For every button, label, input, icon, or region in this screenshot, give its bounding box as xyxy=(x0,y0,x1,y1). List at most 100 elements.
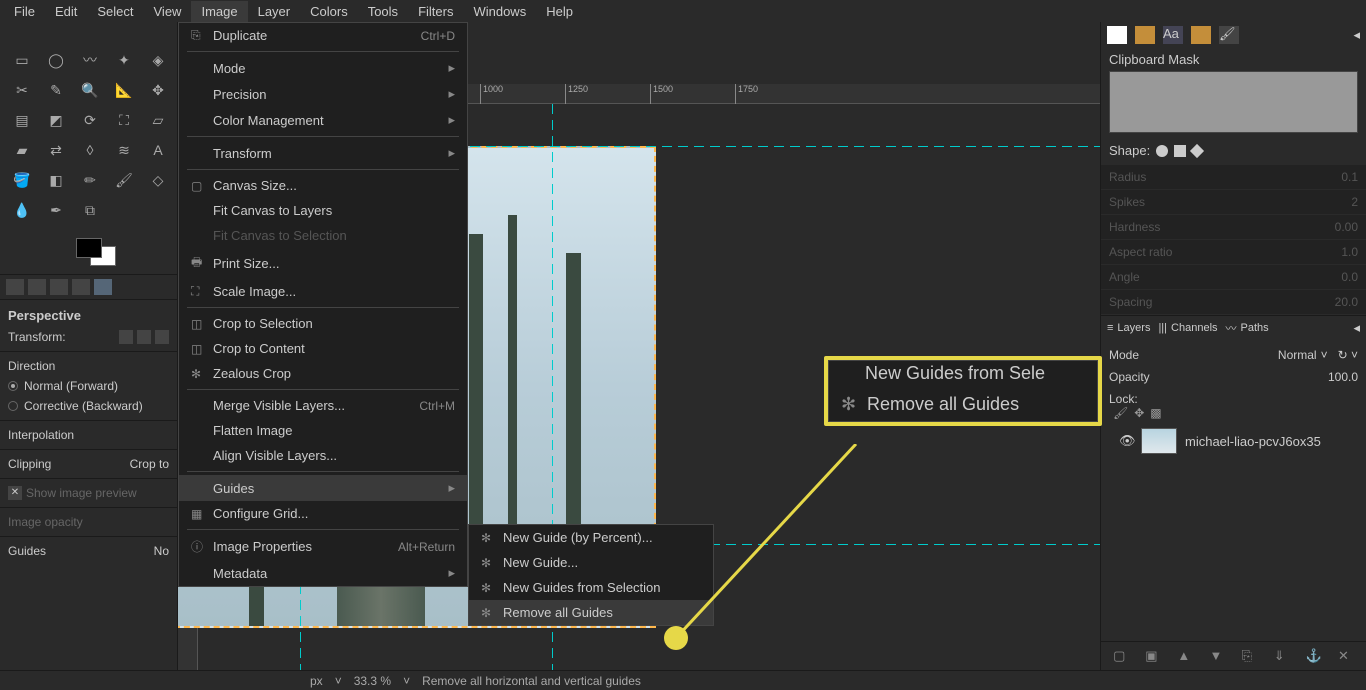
transform-btn-3-icon[interactable] xyxy=(155,330,169,344)
menu-print-size[interactable]: 🖶Print Size... xyxy=(179,248,467,279)
tool-crop-icon[interactable]: ◩ xyxy=(40,106,72,134)
opt-tab-2-icon[interactable] xyxy=(28,279,46,295)
menu-image-properties[interactable]: ⓘImage PropertiesAlt+Return xyxy=(179,533,467,560)
tool-bucket-icon[interactable]: 🪣 xyxy=(6,166,38,194)
tool-ink-icon[interactable]: ✒ xyxy=(40,196,72,224)
status-zoom[interactable]: 33.3 % xyxy=(350,674,395,688)
menu-zealous-crop[interactable]: ✻Zealous Crop xyxy=(179,361,467,386)
rt-tab-editor-icon[interactable]: 🖌 xyxy=(1219,26,1239,44)
rt-tab-brush-icon[interactable] xyxy=(1107,26,1127,44)
menu-colors[interactable]: Colors xyxy=(300,1,358,22)
tool-ellipse-select-icon[interactable]: ◯ xyxy=(40,46,72,74)
tab-paths[interactable]: 〰 Paths xyxy=(1226,320,1269,336)
opt-tab-3-icon[interactable] xyxy=(50,279,68,295)
menu-mode[interactable]: Mode▸ xyxy=(179,55,467,81)
opt-tab-5-icon[interactable] xyxy=(94,279,112,295)
lock-pixels-icon[interactable]: 🖌 xyxy=(1113,406,1128,420)
menu-help[interactable]: Help xyxy=(536,1,583,22)
tool-paths-icon[interactable]: ✎ xyxy=(40,76,72,104)
delete-layer-icon[interactable]: ✕ xyxy=(1338,648,1354,664)
layer-down-icon[interactable]: ▼ xyxy=(1209,648,1225,664)
menu-duplicate[interactable]: ⎘DuplicateCtrl+D xyxy=(179,23,467,48)
rt-tab-font-icon[interactable]: Aa xyxy=(1163,26,1183,44)
menu-fit-layers[interactable]: Fit Canvas to Layers xyxy=(179,198,467,223)
mode-row[interactable]: ModeNormal ˅ ↻ ˅ xyxy=(1109,344,1358,366)
menu-view[interactable]: View xyxy=(144,1,192,22)
tool-flip-icon[interactable]: ⇄ xyxy=(40,136,72,164)
transform-btn-1-icon[interactable] xyxy=(119,330,133,344)
menu-tools[interactable]: Tools xyxy=(358,1,408,22)
menu-merge-visible[interactable]: Merge Visible Layers...Ctrl+M xyxy=(179,393,467,418)
new-group-icon[interactable]: ▣ xyxy=(1145,648,1161,664)
new-layer-icon[interactable]: ▢ xyxy=(1113,648,1129,664)
slider-aspect[interactable]: Aspect ratio1.0 xyxy=(1101,240,1366,264)
tool-color-select-icon[interactable]: ◈ xyxy=(142,46,174,74)
slider-hardness[interactable]: Hardness0.00 xyxy=(1101,215,1366,239)
menu-guides[interactable]: Guides▸ xyxy=(179,475,467,501)
direction-corrective[interactable]: Corrective (Backward) xyxy=(8,396,169,416)
tool-rotate-icon[interactable]: ⟳ xyxy=(74,106,106,134)
color-indicator[interactable] xyxy=(0,230,177,274)
tab-channels[interactable]: ||| Channels xyxy=(1158,322,1217,334)
lock-position-icon[interactable]: ✥ xyxy=(1134,406,1144,420)
tool-scissors-icon[interactable]: ✂ xyxy=(6,76,38,104)
menu-color-management[interactable]: Color Management▸ xyxy=(179,107,467,133)
shape-diamond-icon[interactable] xyxy=(1190,143,1204,157)
panel-menu-icon[interactable]: ◂ xyxy=(1353,27,1360,43)
tool-measure-icon[interactable]: 📐 xyxy=(108,76,140,104)
guides-option-row[interactable]: GuidesNo xyxy=(8,541,169,561)
tool-perspective-icon[interactable]: ▰ xyxy=(6,136,38,164)
tool-align-icon[interactable]: ▤ xyxy=(6,106,38,134)
show-preview-row[interactable]: ✕Show image preview xyxy=(8,483,169,503)
menu-canvas-size[interactable]: ▢Canvas Size... xyxy=(179,173,467,198)
tool-paintbrush-icon[interactable]: 🖌 xyxy=(108,166,140,194)
menu-configure-grid[interactable]: ▦Configure Grid... xyxy=(179,501,467,526)
tool-fuzzy-select-icon[interactable]: ✦ xyxy=(108,46,140,74)
interpolation-row[interactable]: Interpolation xyxy=(8,425,169,445)
menu-windows[interactable]: Windows xyxy=(463,1,536,22)
visibility-icon[interactable]: 👁 xyxy=(1119,433,1133,449)
shape-circle-icon[interactable] xyxy=(1156,145,1168,157)
submenu-new-guide-percent[interactable]: ✻New Guide (by Percent)... xyxy=(469,525,713,550)
image-opacity-row[interactable]: Image opacity xyxy=(8,512,169,532)
menu-crop-selection[interactable]: ◫Crop to Selection xyxy=(179,311,467,336)
slider-angle[interactable]: Angle0.0 xyxy=(1101,265,1366,289)
tool-move-icon[interactable]: ✥ xyxy=(142,76,174,104)
tool-scale-icon[interactable]: ⛶ xyxy=(108,106,140,134)
menu-filters[interactable]: Filters xyxy=(408,1,463,22)
tool-free-select-icon[interactable]: 〰 xyxy=(74,46,106,74)
tool-text-icon[interactable]: A xyxy=(142,136,174,164)
menu-precision[interactable]: Precision▸ xyxy=(179,81,467,107)
menu-flatten[interactable]: Flatten Image xyxy=(179,418,467,443)
tool-rect-select-icon[interactable]: ▭ xyxy=(6,46,38,74)
slider-spikes[interactable]: Spikes2 xyxy=(1101,190,1366,214)
menu-layer[interactable]: Layer xyxy=(248,1,301,22)
menu-align-layers[interactable]: Align Visible Layers... xyxy=(179,443,467,468)
tool-shear-icon[interactable]: ▱ xyxy=(142,106,174,134)
menu-crop-content[interactable]: ◫Crop to Content xyxy=(179,336,467,361)
layer-up-icon[interactable]: ▲ xyxy=(1177,648,1193,664)
tool-airbrush-icon[interactable]: 💧 xyxy=(6,196,38,224)
tool-warp-icon[interactable]: ≋ xyxy=(108,136,140,164)
opt-tab-4-icon[interactable] xyxy=(72,279,90,295)
clipping-row[interactable]: ClippingCrop to xyxy=(8,454,169,474)
tool-clone-icon[interactable]: ⧉ xyxy=(74,196,106,224)
rt-tab-history-icon[interactable] xyxy=(1191,26,1211,44)
duplicate-layer-icon[interactable]: ⎘ xyxy=(1242,648,1258,664)
submenu-new-guides-selection[interactable]: ✻New Guides from Selection xyxy=(469,575,713,600)
slider-radius[interactable]: Radius0.1 xyxy=(1101,165,1366,189)
submenu-remove-all-guides[interactable]: ✻Remove all Guides xyxy=(469,600,713,625)
menu-scale-image[interactable]: ⛶Scale Image... xyxy=(179,279,467,304)
tool-gradient-icon[interactable]: ◧ xyxy=(40,166,72,194)
status-unit[interactable]: px xyxy=(306,674,327,688)
submenu-new-guide[interactable]: ✻New Guide... xyxy=(469,550,713,575)
slider-spacing[interactable]: Spacing20.0 xyxy=(1101,290,1366,314)
opacity-row[interactable]: Opacity100.0 xyxy=(1109,366,1358,388)
menu-metadata[interactable]: Metadata▸ xyxy=(179,560,467,586)
menu-edit[interactable]: Edit xyxy=(45,1,87,22)
merge-layer-icon[interactable]: ⇓ xyxy=(1274,648,1290,664)
menu-transform[interactable]: Transform▸ xyxy=(179,140,467,166)
direction-normal[interactable]: Normal (Forward) xyxy=(8,376,169,396)
rt-tab-pattern-icon[interactable] xyxy=(1135,26,1155,44)
shape-square-icon[interactable] xyxy=(1174,145,1186,157)
